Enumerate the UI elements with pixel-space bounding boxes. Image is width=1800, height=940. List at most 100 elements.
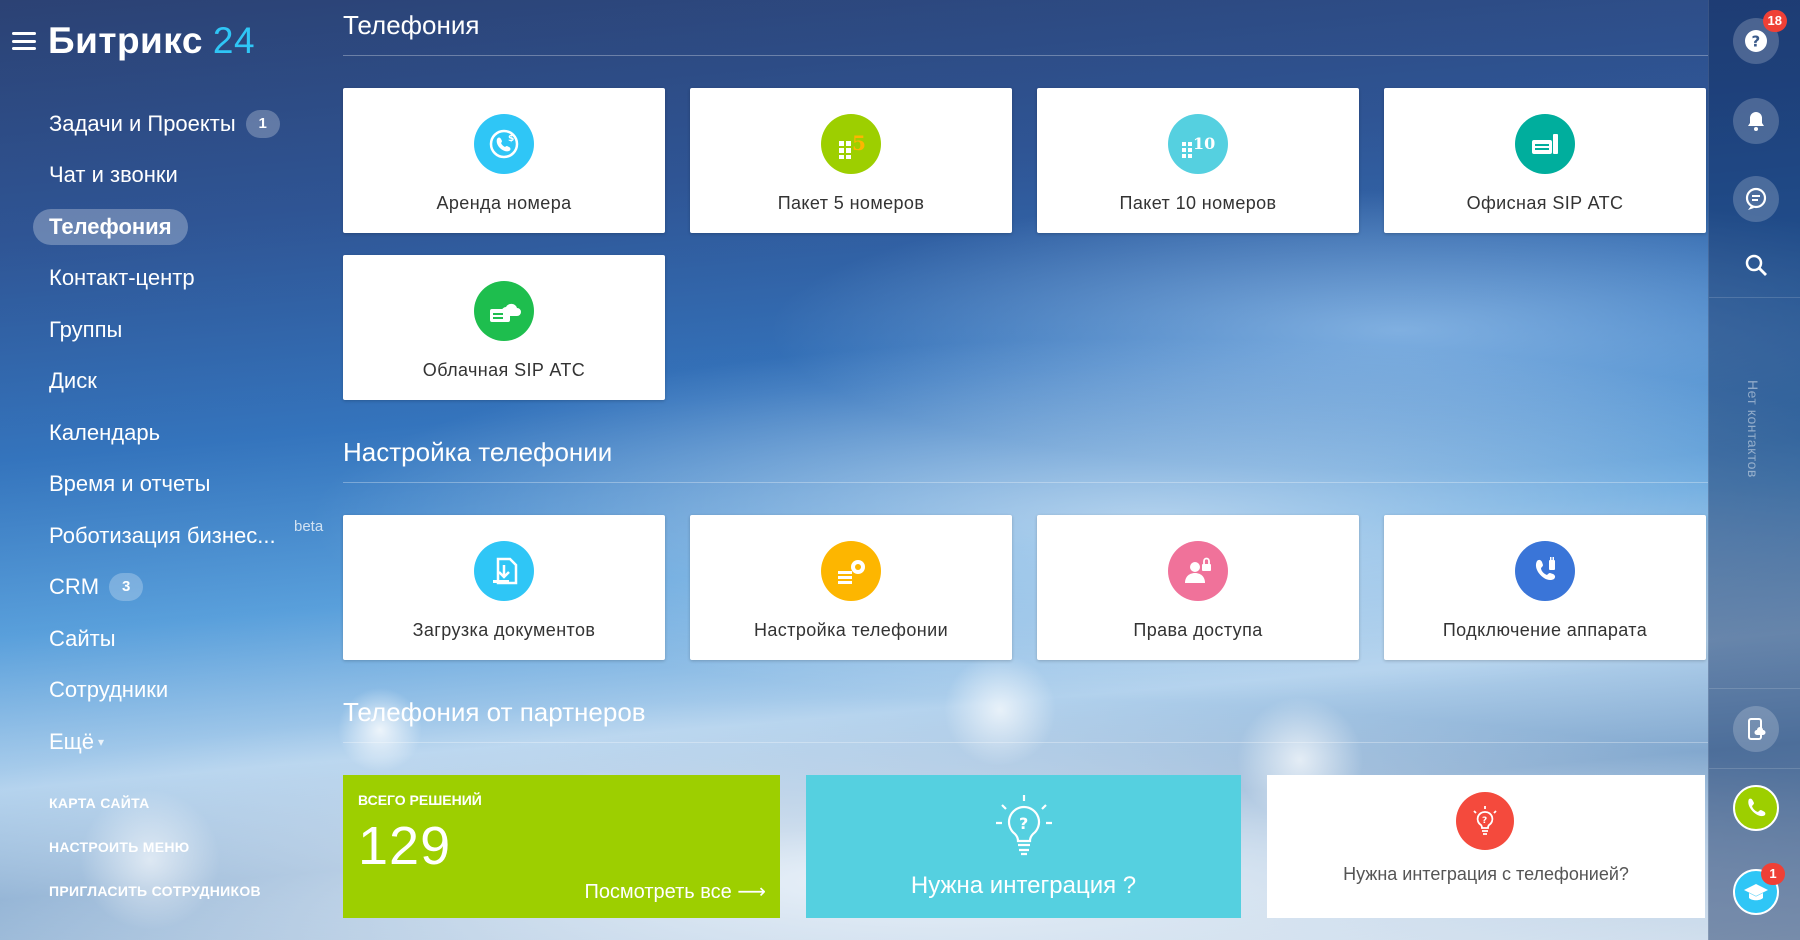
tile-package-10[interactable]: 10 Пакет 10 номеров [1037,88,1359,233]
setup-tiles: Загрузка документов Настройка телефонии … [343,515,1708,660]
office-sip-icon [1515,114,1575,174]
tile-label: Загрузка документов [412,620,596,640]
tasks-counter-badge: 1 [245,109,280,138]
sidebar-item-contact-center[interactable]: Контакт-центр [33,253,333,305]
see-all-link[interactable]: Посмотреть все ⟶ [584,879,766,904]
beta-tag: beta [294,518,324,535]
cloud-phone-button[interactable] [1733,706,1779,752]
sidebar-item-label: Группы [49,316,123,342]
no-contacts-text: Нет контактов [1745,380,1761,478]
sidebar-item-label: Сайты [49,625,116,651]
total-solutions-count: 129 [358,816,452,876]
sidebar-footer: КАРТА САЙТА НАСТРОИТЬ МЕНЮ ПРИГЛАСИТЬ СО… [49,795,261,927]
need-integration-label: Нужна интеграция ? [910,872,1137,899]
svg-text:5: 5 [852,131,866,155]
svg-text:$: $ [508,134,514,144]
sidebar-item-telephony[interactable]: Телефония [33,201,333,253]
telephony-tiles: $ Аренда номера 5 Пакет 5 номеров 10 Пак… [343,88,1708,400]
help-badge: 18 [1762,10,1787,32]
sidebar-item-label: Телефония [33,208,188,245]
sidebar-item-employees[interactable]: Сотрудники [33,665,333,717]
sidebar-item-chat[interactable]: Чат и звонки [33,150,333,202]
tile-access-rights[interactable]: Права доступа [1037,515,1359,660]
section-title-partners: Телефония от партнеров [343,697,1708,743]
sidebar-item-time-reports[interactable]: Время и отчеты [33,459,333,511]
invite-employees-link[interactable]: ПРИГЛАСИТЬ СОТРУДНИКОВ [49,883,261,927]
sidebar-item-tasks[interactable]: Задачи и Проекты 1 [33,98,333,150]
svg-text:?: ? [1752,33,1761,51]
page-title: Телефония [343,10,1708,56]
tile-device-connection[interactable]: Подключение аппарата [1384,515,1706,660]
package-10-icon: 10 [1168,114,1228,174]
tile-telephony-settings[interactable]: Настройка телефонии [690,515,1012,660]
svg-text:10: 10 [1193,134,1215,153]
svg-text:?: ? [1019,814,1028,833]
rightbar-divider [1709,768,1800,769]
sidebar-item-disk[interactable]: Диск [33,356,333,408]
call-button[interactable] [1733,785,1779,831]
question-icon: ? [1745,30,1767,52]
tile-label: Облачная SIP АТС [422,360,586,380]
tile-label: Подключение аппарата [1442,620,1648,640]
sidebar-item-label: Диск [49,368,97,394]
need-integration-card[interactable]: ? Нужна интеграция ? [806,775,1241,918]
section-title-setup: Настройка телефонии [343,437,1708,483]
main-menu: Задачи и Проекты 1 Чат и звонки Телефони… [33,98,333,768]
notifications-button[interactable] [1733,98,1779,144]
partners-cards: ВСЕГО РЕШЕНИЙ 129 Посмотреть все ⟶ ? Нуж… [343,775,1708,918]
chevron-down-icon: ▾ [98,734,105,749]
sidebar-item-label: Роботизация бизнес... [49,522,276,548]
sidebar-item-crm[interactable]: CRM 3 [33,562,333,614]
chat-bubble-icon [1745,187,1767,210]
need-telephony-integration-card[interactable]: ? Нужна интеграция с телефонией? [1267,775,1705,918]
open-lines-button[interactable] [1733,176,1779,222]
right-panel: ? 18 Нет контактов 1 [1708,0,1800,940]
lightbulb-icon: ? [996,795,1052,856]
sidebar-item-groups[interactable]: Группы [33,304,333,356]
academy-badge: 1 [1761,863,1785,885]
sidebar-item-label: Время и отчеты [49,471,211,497]
telephony-section: Телефония $ Аренда номера 5 Пакет 5 номе… [343,10,1708,400]
sidebar-item-label: Контакт-центр [49,265,195,291]
sidebar-item-label: Ещё [49,728,95,754]
configure-menu-link[interactable]: НАСТРОИТЬ МЕНЮ [49,839,261,883]
svg-text:?: ? [1482,816,1487,826]
sidebar-item-robotization[interactable]: Роботизация бизнес... beta [33,510,333,562]
sidebar-item-label: Чат и звонки [49,162,178,188]
tile-label: Пакет 10 номеров [1119,193,1277,213]
menu-burger-icon[interactable] [12,32,36,50]
sidebar-item-label: Задачи и Проекты [49,110,236,136]
phone-icon [1748,798,1766,817]
tile-upload-docs[interactable]: Загрузка документов [343,515,665,660]
package-5-icon: 5 [821,114,881,174]
graduation-cap-icon [1744,884,1768,901]
access-rights-icon [1168,541,1228,601]
lightbulb-alert-icon: ? [1456,792,1514,850]
tile-label: Пакет 5 номеров [777,193,925,213]
logo[interactable]: Битрикс 24 [48,20,255,62]
bell-icon [1748,112,1764,131]
help-button[interactable]: ? 18 [1733,10,1787,64]
academy-button[interactable]: 1 [1733,863,1785,915]
tile-label: Аренда номера [436,193,572,213]
rightbar-divider [1709,297,1800,298]
logo-row: Битрикс 24 [12,20,255,62]
all-solutions-card[interactable]: ВСЕГО РЕШЕНИЙ 129 Посмотреть все ⟶ [343,775,780,918]
sidebar-item-calendar[interactable]: Календарь [33,407,333,459]
cloud-sip-icon [474,281,534,341]
sidebar-item-more[interactable]: Ещё ▾ [33,716,333,768]
tile-cloud-sip[interactable]: Облачная SIP АТС [343,255,665,400]
tile-package-5[interactable]: 5 Пакет 5 номеров [690,88,1012,233]
upload-docs-icon [474,541,534,601]
partners-section: Телефония от партнеров ВСЕГО РЕШЕНИЙ 129… [343,697,1708,918]
logo-number: 24 [212,20,256,61]
sidebar-item-sites[interactable]: Сайты [33,613,333,665]
tile-office-sip[interactable]: Офисная SIP АТС [1384,88,1706,233]
rent-number-icon: $ [474,114,534,174]
tile-rent-number[interactable]: $ Аренда номера [343,88,665,233]
search-button[interactable] [1733,242,1779,288]
sidebar-item-label: Календарь [49,419,161,445]
left-sidebar: Битрикс 24 Задачи и Проекты 1 Чат и звонк… [0,0,340,940]
phone-plug-icon [1515,541,1575,601]
sitemap-link[interactable]: КАРТА САЙТА [49,795,261,839]
